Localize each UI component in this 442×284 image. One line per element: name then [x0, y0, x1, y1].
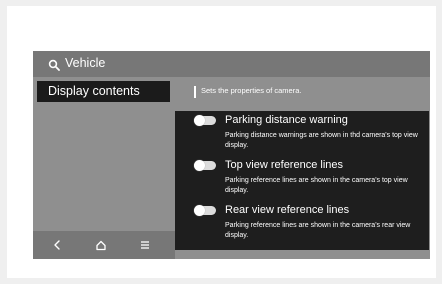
description-marker: [194, 86, 196, 98]
toggle-knob: [194, 115, 205, 126]
option-title[interactable]: Top view reference lines: [225, 159, 343, 171]
search-label[interactable]: Vehicle: [65, 56, 105, 70]
infotainment-screen: Vehicle Display contents Sets the proper…: [33, 51, 430, 259]
option-rear-view-reference-lines: Rear view reference lines Parking refere…: [175, 204, 429, 248]
search-icon[interactable]: [48, 58, 60, 71]
option-title[interactable]: Parking distance warning: [225, 114, 348, 126]
toggle-switch[interactable]: [194, 205, 216, 216]
sidebar-item-label: Display contents: [48, 84, 140, 98]
toggle-switch[interactable]: [194, 115, 216, 126]
option-title[interactable]: Rear view reference lines: [225, 204, 349, 216]
sidebar-item-display-contents[interactable]: Display contents: [37, 81, 170, 102]
option-description: Parking reference lines are shown in the…: [225, 177, 408, 194]
option-description: Parking distance warnings are shown in t…: [225, 132, 418, 149]
home-icon[interactable]: [90, 235, 112, 255]
option-parking-distance-warning: Parking distance warning Parking distanc…: [175, 114, 429, 158]
option-description: Parking reference lines are shown in the…: [225, 222, 411, 239]
toggle-switch[interactable]: [194, 160, 216, 171]
top-bar: Vehicle: [33, 51, 430, 77]
option-top-view-reference-lines: Top view reference lines Parking referen…: [175, 159, 429, 203]
settings-panel: Parking distance warning Parking distanc…: [175, 111, 429, 250]
menu-icon[interactable]: [134, 235, 156, 255]
back-icon[interactable]: [46, 235, 68, 255]
section-description: Sets the properties of camera.: [201, 86, 302, 95]
figure-frame: Vehicle Display contents Sets the proper…: [7, 6, 436, 278]
toggle-knob: [194, 205, 205, 216]
bottom-nav: [33, 231, 175, 259]
toggle-knob: [194, 160, 205, 171]
